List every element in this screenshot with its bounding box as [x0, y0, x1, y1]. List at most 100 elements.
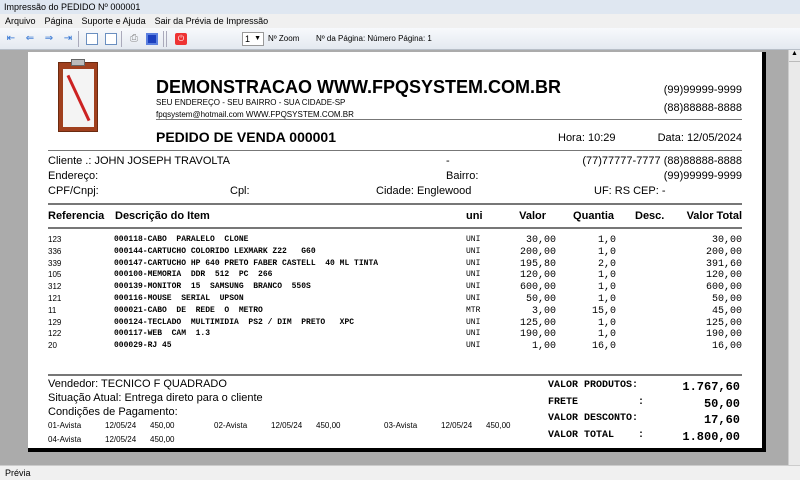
- row-total: 50,00: [711, 294, 742, 305]
- menu-suporte[interactable]: Suporte e Ajuda: [82, 16, 146, 26]
- order-date: Data: 12/05/2024: [657, 132, 742, 144]
- row-total: 200,00: [705, 246, 742, 258]
- client-dash: -: [446, 155, 450, 167]
- row-total: 120,00: [705, 270, 742, 282]
- zoom-label: Nº Zoom: [268, 34, 300, 43]
- prev-page-icon[interactable]: ⇐: [24, 33, 36, 45]
- installment-label: 02-Avista: [214, 421, 248, 430]
- vertical-scrollbar[interactable]: ▲: [788, 50, 800, 465]
- row-ref: 339: [48, 258, 62, 268]
- installment-label: 01-Avista: [48, 421, 82, 430]
- single-page-icon[interactable]: [86, 33, 98, 45]
- row-price: 3,00: [531, 305, 556, 317]
- window-title: Impressão do PEDIDO Nº 000001: [0, 0, 800, 14]
- installment-date: 12/05/24: [441, 421, 473, 430]
- row-ref: 336: [48, 246, 62, 256]
- toolbar: ⇤ ⇐ ⇒ ⇥ ⎙ ⏻ 1 ▼ Nº Zoom Nº da Página: Núm…: [0, 28, 800, 50]
- row-unit: UNI: [466, 270, 481, 280]
- total-value: 17,60: [703, 413, 740, 427]
- row-price: 1,00: [531, 341, 556, 353]
- row-ref: 123: [48, 235, 62, 244]
- row-unit: UNI: [466, 294, 481, 303]
- row-price: 600,00: [519, 282, 556, 294]
- row-ref: 20: [48, 341, 57, 351]
- last-page-icon[interactable]: ⇥: [62, 33, 74, 45]
- client-cpf: CPF/Cnpj:: [48, 185, 99, 197]
- total-value: 1.767,60: [682, 380, 740, 394]
- row-ref: 129: [48, 317, 62, 327]
- row-price: 50,00: [525, 294, 556, 305]
- total-value: 1.800,00: [682, 429, 740, 444]
- row-description: 000139-MONITOR 15 SAMSUNG BRANCO 550S: [114, 282, 311, 292]
- row-unit: UNI: [466, 246, 481, 256]
- row-quantity: 2,0: [597, 258, 616, 270]
- row-quantity: 15,0: [591, 305, 616, 317]
- client-uf-cep: UF: RS CEP: -: [594, 185, 666, 197]
- row-quantity: 1,0: [597, 235, 616, 246]
- total-label: VALOR DESCONTO:: [548, 413, 639, 424]
- installment-date: 12/05/24: [105, 421, 137, 430]
- two-pages-icon[interactable]: [105, 33, 117, 45]
- total-label: FRETE :: [548, 396, 645, 408]
- total-label: VALOR TOTAL :: [548, 429, 645, 441]
- row-total: 190,00: [705, 329, 742, 341]
- order-status: Situação Atual: Entrega direto para o cl…: [48, 392, 263, 404]
- header-descricao: Descrição do Item: [115, 210, 210, 222]
- row-total: 30,00: [711, 235, 742, 246]
- row-description: 000118-CABO PARALELO CLONE: [114, 235, 249, 244]
- row-total: 16,00: [711, 341, 742, 353]
- installment-date: 12/05/24: [271, 421, 303, 430]
- row-ref: 312: [48, 282, 62, 292]
- row-price: 120,00: [519, 270, 556, 282]
- row-ref: 105: [48, 270, 62, 280]
- row-total: 391,60: [705, 258, 742, 270]
- first-page-icon[interactable]: ⇤: [5, 33, 17, 45]
- page-info: Nº da Página: Número Página: 1: [316, 34, 432, 43]
- row-unit: UNI: [466, 317, 481, 327]
- status-bar: Prévia: [0, 465, 800, 480]
- header-desc: Desc.: [635, 210, 665, 222]
- menu-arquivo[interactable]: Arquivo: [5, 16, 36, 26]
- row-unit: UNI: [466, 235, 481, 244]
- client-cpl: Cpl:: [230, 185, 250, 197]
- next-page-icon[interactable]: ⇒: [43, 33, 55, 45]
- print-icon[interactable]: ⎙: [128, 33, 140, 45]
- menu-bar: Arquivo Página Suporte e Ajuda Sair da Prév…: [0, 14, 800, 28]
- seller: Vendedor: TECNICO F QUADRADO: [48, 378, 227, 390]
- client-phone-3: (99)99999-9999: [663, 170, 742, 182]
- report-page: DEMONSTRACAO WWW.FPQSYSTEM.COM.BR SEU EN…: [28, 52, 766, 452]
- row-quantity: 16,0: [591, 341, 616, 353]
- row-price: 200,00: [519, 246, 556, 258]
- close-preview-icon[interactable]: ⏻: [175, 33, 187, 45]
- header-valor: Valor: [519, 210, 546, 222]
- client-name: Cliente .: JOHN JOSEPH TRAVOLTA: [48, 155, 230, 167]
- company-address: SEU ENDEREÇO - SEU BAIRRO - SUA CIDADE-S…: [156, 98, 346, 107]
- row-unit: UNI: [466, 341, 481, 351]
- menu-pagina[interactable]: Página: [45, 16, 73, 26]
- total-label: VALOR PRODUTOS:: [548, 380, 639, 391]
- row-quantity: 1,0: [597, 329, 616, 341]
- row-description: 000116-MOUSE SERIAL UPSON: [114, 294, 244, 303]
- row-unit: MTR: [466, 305, 481, 315]
- row-ref: 121: [48, 294, 62, 303]
- installment-label: 04-Avista: [48, 435, 82, 444]
- menu-sair[interactable]: Sair da Prévia de Impressão: [155, 16, 269, 26]
- company-contact: fpqsystem@hotmail.com WWW.FPQSYSTEM.COM.…: [156, 110, 354, 119]
- client-bairro: Bairro:: [446, 170, 479, 182]
- zoom-select[interactable]: 1 ▼: [242, 32, 264, 46]
- row-description: 000029-RJ 45: [114, 341, 172, 351]
- row-unit: UNI: [466, 329, 481, 339]
- row-price: 125,00: [519, 317, 556, 329]
- row-ref: 11: [48, 305, 57, 315]
- row-quantity: 1,0: [597, 246, 616, 258]
- company-phone-1: (99)99999-9999: [663, 84, 742, 96]
- preview-area: DEMONSTRACAO WWW.FPQSYSTEM.COM.BR SEU EN…: [0, 50, 788, 465]
- row-price: 30,00: [525, 235, 556, 246]
- header-uni: uni: [466, 210, 483, 222]
- header-referencia: Referencia: [48, 210, 105, 222]
- row-total: 45,00: [711, 305, 742, 317]
- print-setup-icon[interactable]: [146, 33, 158, 45]
- payment-conditions: Condições de Pagamento:: [48, 406, 178, 418]
- installment-date: 12/05/24: [105, 435, 137, 444]
- order-time: Hora: 10:29: [558, 132, 616, 144]
